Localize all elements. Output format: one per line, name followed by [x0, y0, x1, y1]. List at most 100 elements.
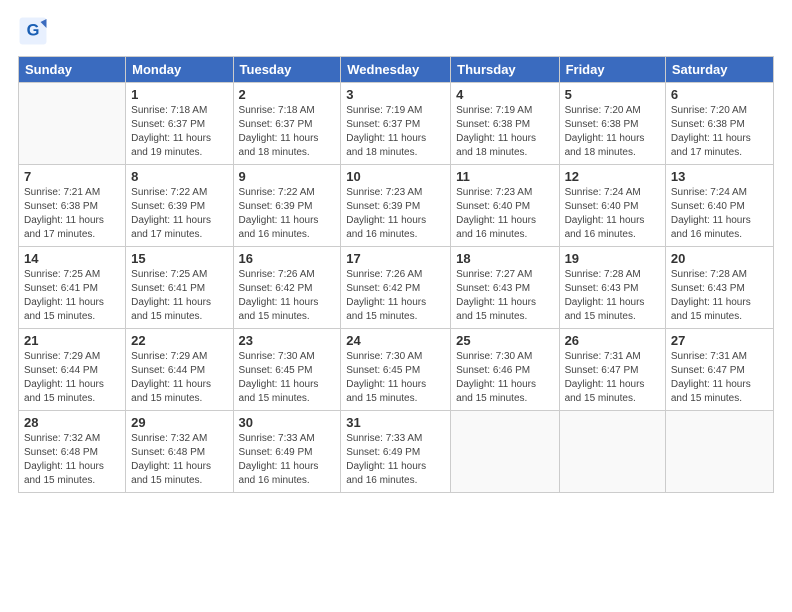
calendar-cell	[665, 411, 773, 493]
day-info: Sunrise: 7:19 AMSunset: 6:37 PMDaylight:…	[346, 104, 445, 160]
calendar-cell: 13 Sunrise: 7:24 AMSunset: 6:40 PMDayligh…	[665, 165, 773, 247]
day-number: 3	[346, 87, 445, 102]
day-number: 5	[565, 87, 660, 102]
calendar-cell: 18 Sunrise: 7:27 AMSunset: 6:43 PMDayligh…	[451, 247, 559, 329]
day-info: Sunrise: 7:32 AMSunset: 6:48 PMDaylight:…	[24, 432, 120, 488]
calendar-cell: 9Sunrise: 7:22 AMSunset: 6:39 PMDaylight…	[233, 165, 341, 247]
day-info: Sunrise: 7:30 AMSunset: 6:45 PMDaylight:…	[239, 350, 336, 406]
logo: G	[18, 16, 50, 46]
calendar-cell: 3 Sunrise: 7:19 AMSunset: 6:37 PMDaylight…	[341, 83, 451, 165]
calendar-weekday-sunday: Sunday	[19, 57, 126, 83]
day-number: 17	[346, 251, 445, 266]
calendar-weekday-saturday: Saturday	[665, 57, 773, 83]
day-info: Sunrise: 7:32 AMSunset: 6:48 PMDaylight:…	[131, 432, 227, 488]
day-number: 19	[565, 251, 660, 266]
day-info: Sunrise: 7:20 AMSunset: 6:38 PMDaylight:…	[671, 104, 768, 160]
day-number: 25	[456, 333, 553, 348]
calendar-cell: 19 Sunrise: 7:28 AMSunset: 6:43 PMDayligh…	[559, 247, 665, 329]
calendar-cell: 6Sunrise: 7:20 AMSunset: 6:38 PMDaylight…	[665, 83, 773, 165]
day-number: 7	[24, 169, 120, 184]
day-info: Sunrise: 7:30 AMSunset: 6:45 PMDaylight:…	[346, 350, 445, 406]
day-info: Sunrise: 7:29 AMSunset: 6:44 PMDaylight:…	[24, 350, 120, 406]
day-number: 23	[239, 333, 336, 348]
day-info: Sunrise: 7:26 AMSunset: 6:42 PMDaylight:…	[346, 268, 445, 324]
calendar-weekday-thursday: Thursday	[451, 57, 559, 83]
calendar-cell: 30Sunrise: 7:33 AMSunset: 6:49 PMDayligh…	[233, 411, 341, 493]
page-header: G	[18, 16, 774, 46]
calendar-cell: 29 Sunrise: 7:32 AMSunset: 6:48 PMDayligh…	[126, 411, 233, 493]
calendar-cell	[19, 83, 126, 165]
day-number: 24	[346, 333, 445, 348]
calendar-weekday-wednesday: Wednesday	[341, 57, 451, 83]
day-number: 21	[24, 333, 120, 348]
day-info: Sunrise: 7:31 AMSunset: 6:47 PMDaylight:…	[671, 350, 768, 406]
day-number: 18	[456, 251, 553, 266]
calendar-cell: 23 Sunrise: 7:30 AMSunset: 6:45 PMDayligh…	[233, 329, 341, 411]
calendar-cell: 28 Sunrise: 7:32 AMSunset: 6:48 PMDayligh…	[19, 411, 126, 493]
day-info: Sunrise: 7:19 AMSunset: 6:38 PMDaylight:…	[456, 104, 553, 160]
day-info: Sunrise: 7:28 AMSunset: 6:43 PMDaylight:…	[671, 268, 768, 324]
calendar-cell: 25Sunrise: 7:30 AMSunset: 6:46 PMDayligh…	[451, 329, 559, 411]
day-number: 16	[239, 251, 336, 266]
calendar-cell: 12 Sunrise: 7:24 AMSunset: 6:40 PMDayligh…	[559, 165, 665, 247]
calendar-cell: 16 Sunrise: 7:26 AMSunset: 6:42 PMDayligh…	[233, 247, 341, 329]
day-info: Sunrise: 7:20 AMSunset: 6:38 PMDaylight:…	[565, 104, 660, 160]
calendar-body: 1 Sunrise: 7:18 AMSunset: 6:37 PMDaylight…	[19, 83, 774, 493]
day-number: 1	[131, 87, 227, 102]
day-info: Sunrise: 7:25 AMSunset: 6:41 PMDaylight:…	[131, 268, 227, 324]
calendar-cell: 8 Sunrise: 7:22 AMSunset: 6:39 PMDaylight…	[126, 165, 233, 247]
day-number: 12	[565, 169, 660, 184]
day-info: Sunrise: 7:31 AMSunset: 6:47 PMDaylight:…	[565, 350, 660, 406]
logo-icon: G	[18, 16, 48, 46]
calendar-cell: 14Sunrise: 7:25 AMSunset: 6:41 PMDayligh…	[19, 247, 126, 329]
day-number: 10	[346, 169, 445, 184]
calendar-week-row: 14 Sunrise: 7:25 AMSunset: 6:41 PMDayligh…	[19, 247, 774, 329]
day-number: 13	[671, 169, 768, 184]
day-number: 20	[671, 251, 768, 266]
calendar-cell: 22Sunrise: 7:29 AMSunset: 6:44 PMDayligh…	[126, 329, 233, 411]
calendar-cell: 27Sunrise: 7:31 AMSunset: 6:47 PMDayligh…	[665, 329, 773, 411]
calendar-weekday-monday: Monday	[126, 57, 233, 83]
day-info: Sunrise: 7:23 AMSunset: 6:40 PMDaylight:…	[456, 186, 553, 242]
calendar-cell: 4 Sunrise: 7:19 AMSunset: 6:38 PMDaylight…	[451, 83, 559, 165]
calendar-cell: 2Sunrise: 7:18 AMSunset: 6:37 PMDaylight…	[233, 83, 341, 165]
calendar-week-row: 1 Sunrise: 7:18 AMSunset: 6:37 PMDaylight…	[19, 83, 774, 165]
calendar-cell	[451, 411, 559, 493]
day-number: 14	[24, 251, 120, 266]
day-info: Sunrise: 7:18 AMSunset: 6:37 PMDaylight:…	[131, 104, 227, 160]
day-number: 8	[131, 169, 227, 184]
calendar-cell: 31 Sunrise: 7:33 AMSunset: 6:49 PMDayligh…	[341, 411, 451, 493]
day-number: 2	[239, 87, 336, 102]
calendar-week-row: 28 Sunrise: 7:32 AMSunset: 6:48 PMDayligh…	[19, 411, 774, 493]
calendar-header-row: SundayMondayTuesdayWednesdayThursdayFrid…	[19, 57, 774, 83]
day-info: Sunrise: 7:24 AMSunset: 6:40 PMDaylight:…	[671, 186, 768, 242]
calendar-week-row: 21 Sunrise: 7:29 AMSunset: 6:44 PMDayligh…	[19, 329, 774, 411]
day-info: Sunrise: 7:33 AMSunset: 6:49 PMDaylight:…	[239, 432, 336, 488]
svg-text:G: G	[27, 22, 40, 40]
day-info: Sunrise: 7:33 AMSunset: 6:49 PMDaylight:…	[346, 432, 445, 488]
calendar-cell: 20 Sunrise: 7:28 AMSunset: 6:43 PMDayligh…	[665, 247, 773, 329]
day-number: 4	[456, 87, 553, 102]
calendar-table: SundayMondayTuesdayWednesdayThursdayFrid…	[18, 56, 774, 493]
day-info: Sunrise: 7:22 AMSunset: 6:39 PMDaylight:…	[131, 186, 227, 242]
day-number: 29	[131, 415, 227, 430]
calendar-cell: 21 Sunrise: 7:29 AMSunset: 6:44 PMDayligh…	[19, 329, 126, 411]
day-number: 15	[131, 251, 227, 266]
day-info: Sunrise: 7:22 AMSunset: 6:39 PMDaylight:…	[239, 186, 336, 242]
day-info: Sunrise: 7:27 AMSunset: 6:43 PMDaylight:…	[456, 268, 553, 324]
calendar-cell: 26 Sunrise: 7:31 AMSunset: 6:47 PMDayligh…	[559, 329, 665, 411]
calendar-week-row: 7 Sunrise: 7:21 AMSunset: 6:38 PMDaylight…	[19, 165, 774, 247]
calendar-cell	[559, 411, 665, 493]
day-info: Sunrise: 7:26 AMSunset: 6:42 PMDaylight:…	[239, 268, 336, 324]
calendar-weekday-friday: Friday	[559, 57, 665, 83]
calendar-cell: 24 Sunrise: 7:30 AMSunset: 6:45 PMDayligh…	[341, 329, 451, 411]
day-info: Sunrise: 7:24 AMSunset: 6:40 PMDaylight:…	[565, 186, 660, 242]
day-number: 31	[346, 415, 445, 430]
day-info: Sunrise: 7:23 AMSunset: 6:39 PMDaylight:…	[346, 186, 445, 242]
calendar-weekday-tuesday: Tuesday	[233, 57, 341, 83]
day-number: 26	[565, 333, 660, 348]
day-info: Sunrise: 7:28 AMSunset: 6:43 PMDaylight:…	[565, 268, 660, 324]
day-info: Sunrise: 7:21 AMSunset: 6:38 PMDaylight:…	[24, 186, 120, 242]
day-number: 28	[24, 415, 120, 430]
calendar-cell: 1 Sunrise: 7:18 AMSunset: 6:37 PMDaylight…	[126, 83, 233, 165]
